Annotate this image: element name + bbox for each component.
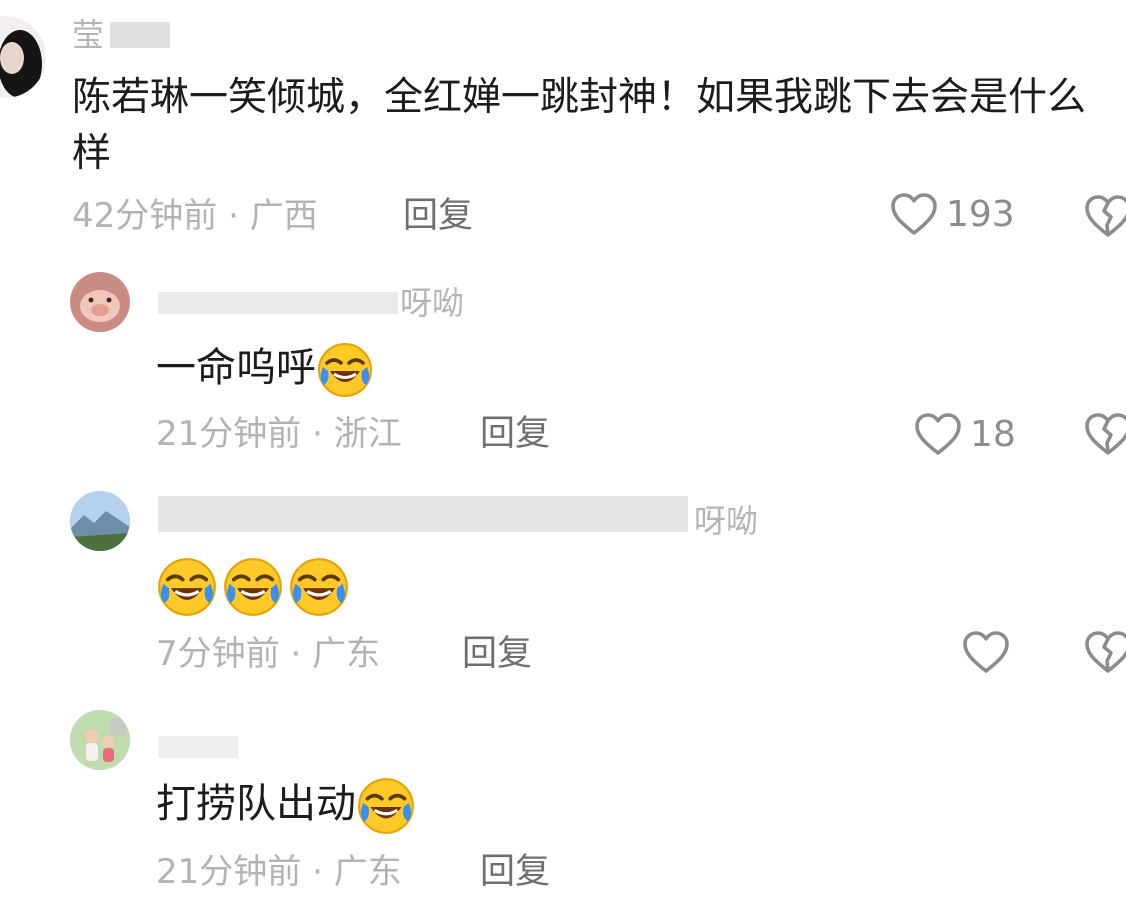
laughing-crying-emoji <box>290 558 348 616</box>
dislike-button[interactable] <box>1084 629 1126 679</box>
comment-time-location: 21分钟前 · 浙江 <box>156 414 402 454</box>
comment-time: 42分钟前 <box>72 196 218 236</box>
like-count: 18 <box>970 413 1016 455</box>
like-button[interactable]: 18 <box>914 411 1016 457</box>
reply-button[interactable]: 回复 <box>403 196 473 236</box>
laughing-crying-emoji <box>224 558 282 616</box>
name-redaction <box>110 22 170 48</box>
comment-text-label: 一命呜呼 <box>156 345 316 391</box>
comment-text: 打捞队出动 <box>156 776 416 836</box>
heart-outline-icon <box>963 631 1009 673</box>
comment-emoji-row <box>156 556 350 618</box>
commenter-name[interactable]: 呀呦 <box>694 502 758 540</box>
dislike-button[interactable] <box>1084 411 1126 461</box>
laughing-crying-emoji <box>318 343 372 397</box>
comment-text-label: 打捞队出动 <box>156 781 356 827</box>
comment-time: 7分钟前 <box>156 634 280 674</box>
comment-location: 广西 <box>249 196 318 236</box>
comment-location: 浙江 <box>333 414 402 454</box>
comment-location: 广东 <box>312 634 381 674</box>
broken-heart-icon <box>1085 631 1126 673</box>
comment-time: 21分钟前 <box>156 414 302 454</box>
comment-time-location: 42分钟前 · 广西 <box>72 196 318 236</box>
comment-text: 陈若琳一笑倾城，全红婵一跳封神！如果我跳下去会是什么样 <box>72 75 1087 176</box>
like-count: 193 <box>946 193 1015 235</box>
name-redaction <box>158 496 688 532</box>
like-button[interactable]: 193 <box>890 191 1015 237</box>
comment-time-location: 21分钟前 · 广东 <box>156 852 402 892</box>
laughing-crying-emoji <box>158 558 216 616</box>
separator: · <box>312 852 323 892</box>
broken-heart-icon <box>1085 413 1126 455</box>
name-redaction <box>158 736 238 758</box>
comment-time-location: 7分钟前 · 广东 <box>156 634 380 674</box>
comment-time: 21分钟前 <box>156 852 302 892</box>
reply-button[interactable]: 回复 <box>480 852 550 892</box>
avatar[interactable] <box>70 272 130 332</box>
reply-button[interactable]: 回复 <box>462 634 532 674</box>
broken-heart-icon <box>1085 195 1126 237</box>
like-button[interactable] <box>962 629 1010 675</box>
avatar[interactable] <box>70 491 130 551</box>
separator: · <box>312 414 323 454</box>
heart-outline-icon <box>915 413 961 455</box>
separator: · <box>228 196 239 236</box>
comment-text: 一命呜呼 <box>156 340 374 399</box>
laughing-crying-emoji <box>358 778 414 834</box>
avatar[interactable] <box>0 16 46 98</box>
commenter-name[interactable]: 呀呦 <box>400 284 464 322</box>
name-redaction <box>158 292 398 314</box>
commenter-name[interactable]: 莹 <box>72 16 104 54</box>
comment-location: 广东 <box>333 852 402 892</box>
heart-outline-icon <box>891 193 937 235</box>
separator: · <box>290 634 302 674</box>
avatar[interactable] <box>70 710 130 770</box>
dislike-button[interactable] <box>1084 193 1126 243</box>
reply-button[interactable]: 回复 <box>480 414 550 454</box>
